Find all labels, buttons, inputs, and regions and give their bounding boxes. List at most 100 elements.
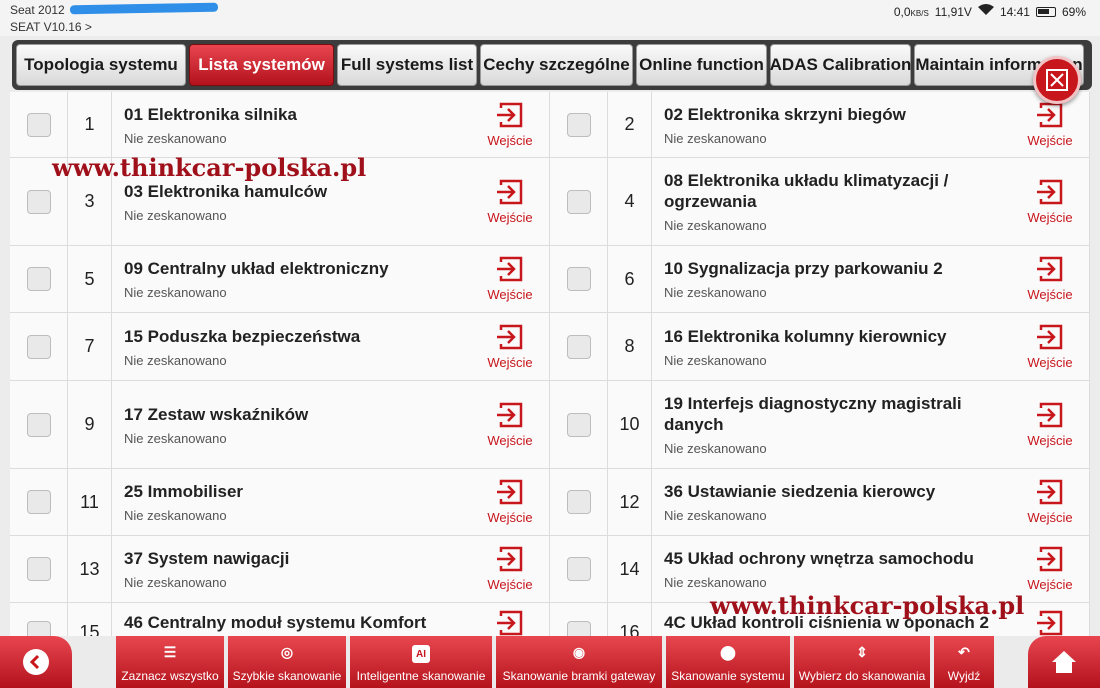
system-item: 13 37 System nawigacji Nie zeskanowano Wejś…: [10, 536, 550, 602]
enter-label: Wejście: [487, 577, 533, 592]
enter-system-button[interactable]: Wejście: [471, 158, 549, 245]
clock: 14:41: [999, 4, 1030, 19]
system-info: 25 Immobiliser Nie zeskanowano: [112, 469, 471, 535]
tab-0[interactable]: Topologia systemu: [16, 44, 186, 86]
checkbox-box[interactable]: [566, 267, 591, 291]
system-info: 02 Elektronika skrzyni biegów Nie zeskano…: [652, 92, 1011, 157]
scan-status: Nie zeskanowano: [664, 441, 767, 456]
system-checkbox[interactable]: [550, 92, 608, 157]
tab-5[interactable]: ADAS Calibration: [770, 44, 911, 86]
enter-system-button[interactable]: Wejście: [471, 536, 549, 602]
system-index: 2: [608, 92, 652, 157]
checkbox-box[interactable]: [566, 334, 591, 359]
system-checkbox[interactable]: [550, 313, 608, 380]
toolbar-button-1[interactable]: ◎ Szybkie skanowanie: [228, 636, 346, 688]
tab-bar: Topologia systemu Lista systemów Full syst…: [12, 40, 1092, 90]
checkbox-box[interactable]: [566, 189, 591, 214]
system-checkbox[interactable]: [550, 469, 608, 535]
checkbox-box[interactable]: [566, 620, 591, 637]
system-checkbox[interactable]: [10, 313, 68, 380]
close-diagnosis-button[interactable]: [1033, 56, 1081, 104]
network-speed: 0,0KB/S: [893, 4, 929, 19]
battery-percent: 69%: [1061, 4, 1086, 19]
checkbox-box[interactable]: [26, 557, 51, 581]
system-checkbox[interactable]: [10, 381, 68, 468]
checkbox-box[interactable]: [26, 334, 51, 359]
enter-system-button[interactable]: Wejście: [1011, 313, 1089, 380]
system-name: 17 Zestaw wskaźników: [124, 404, 309, 424]
enter-system-button[interactable]: Wejście: [1011, 158, 1089, 245]
toolbar-button-0[interactable]: ☰ Zaznacz wszystko: [116, 636, 224, 688]
checkbox-box[interactable]: [26, 112, 51, 137]
system-checkbox[interactable]: [550, 381, 608, 468]
enter-icon: [1035, 256, 1065, 287]
system-index: 8: [608, 313, 652, 380]
enter-system-button[interactable]: Wejście: [471, 92, 549, 157]
system-checkbox[interactable]: [550, 603, 608, 637]
toolbar-button-label: Szybkie skanowanie: [232, 669, 342, 683]
enter-system-button[interactable]: Wejście: [1011, 246, 1089, 312]
checkbox-box[interactable]: [26, 620, 51, 637]
checkbox-box[interactable]: [26, 267, 51, 291]
system-index: 14: [608, 536, 652, 602]
toolbar-button-6[interactable]: ↶ Wyjdź: [934, 636, 994, 688]
checkbox-box[interactable]: [566, 412, 591, 437]
checkbox-box[interactable]: [26, 189, 51, 214]
toolbar-button-2[interactable]: AI Inteligentne skanowanie: [350, 636, 492, 688]
toolbar-button-3[interactable]: ◉ Skanowanie bramki gateway: [496, 636, 662, 688]
tab-4[interactable]: Online function: [636, 44, 767, 86]
toolbar-button-label: Inteligentne skanowanie: [356, 669, 486, 683]
enter-system-button[interactable]: Wejście: [1011, 381, 1089, 468]
tab-2[interactable]: Full systems list: [337, 44, 477, 86]
system-item: 12 36 Ustawianie siedzenia kierowcy Nie ze…: [550, 469, 1090, 535]
system-name: 46 Centralny moduł systemu Komfort: [124, 612, 427, 632]
status-bar: Seat 2012 SEAT V10.16 > 0,0KB/S 11,91V 1…: [0, 0, 1100, 36]
checklist-icon: ☰: [163, 643, 177, 660]
system-checkbox[interactable]: [550, 246, 608, 312]
enter-icon: [495, 479, 525, 510]
back-button[interactable]: [0, 636, 72, 688]
wifi-icon: [977, 4, 994, 19]
home-button[interactable]: [1028, 636, 1100, 688]
system-name: 03 Elektronika hamulców: [124, 181, 328, 201]
scan-status: Nie zeskanowano: [124, 130, 227, 146]
system-checkbox[interactable]: [10, 603, 68, 637]
system-item: 7 15 Poduszka bezpieczeństwa Nie zeskanowa…: [10, 313, 550, 380]
system-index: 13: [68, 536, 112, 602]
enter-icon: [495, 546, 525, 577]
checkbox-box[interactable]: [26, 490, 51, 514]
checkbox-box[interactable]: [566, 557, 591, 581]
system-checkbox[interactable]: [10, 469, 68, 535]
tab-1[interactable]: Lista systemów: [189, 44, 334, 86]
system-index: 15: [68, 603, 112, 637]
system-checkbox[interactable]: [550, 158, 608, 245]
tab-3[interactable]: Cechy szczególne: [480, 44, 633, 86]
enter-label: Wejście: [1027, 354, 1073, 370]
software-version[interactable]: SEAT V10.16 >: [10, 20, 92, 34]
system-checkbox[interactable]: [10, 246, 68, 312]
enter-system-button[interactable]: Wejście: [471, 603, 549, 637]
checkbox-box[interactable]: [566, 112, 591, 137]
system-checkbox[interactable]: [10, 92, 68, 157]
system-info: 10 Sygnalizacja przy parkowaniu 2 Nie zes…: [652, 246, 1011, 312]
system-item: 2 02 Elektronika skrzyni biegów Nie zeskan…: [550, 92, 1090, 157]
scan-status: Nie zeskanowano: [664, 218, 767, 233]
checkbox-box[interactable]: [26, 412, 51, 437]
enter-system-button[interactable]: Wejście: [1011, 469, 1089, 535]
enter-system-button[interactable]: Wejście: [471, 246, 549, 312]
enter-system-button[interactable]: Wejście: [471, 381, 549, 468]
scan-status: Nie zeskanowano: [664, 575, 767, 590]
scan-status: Nie zeskanowano: [124, 430, 227, 446]
system-item: 5 09 Centralny układ elektroniczny Nie zes…: [10, 246, 550, 312]
system-name: 02 Elektronika skrzyni biegów: [664, 104, 906, 124]
toolbar-button-5[interactable]: ⇕ Wybierz do skanowania: [794, 636, 930, 688]
enter-system-button[interactable]: Wejście: [471, 469, 549, 535]
table-row: 11 25 Immobiliser Nie zeskanowano Wejście 12…: [10, 469, 1090, 536]
toolbar-button-4[interactable]: ⬤ Skanowanie systemu: [666, 636, 790, 688]
system-checkbox[interactable]: [550, 536, 608, 602]
enter-system-button[interactable]: Wejście: [471, 313, 549, 380]
toolbar-button-label: Skanowanie systemu: [671, 669, 785, 683]
enter-icon: [1035, 546, 1065, 577]
checkbox-box[interactable]: [566, 490, 591, 514]
system-checkbox[interactable]: [10, 536, 68, 602]
